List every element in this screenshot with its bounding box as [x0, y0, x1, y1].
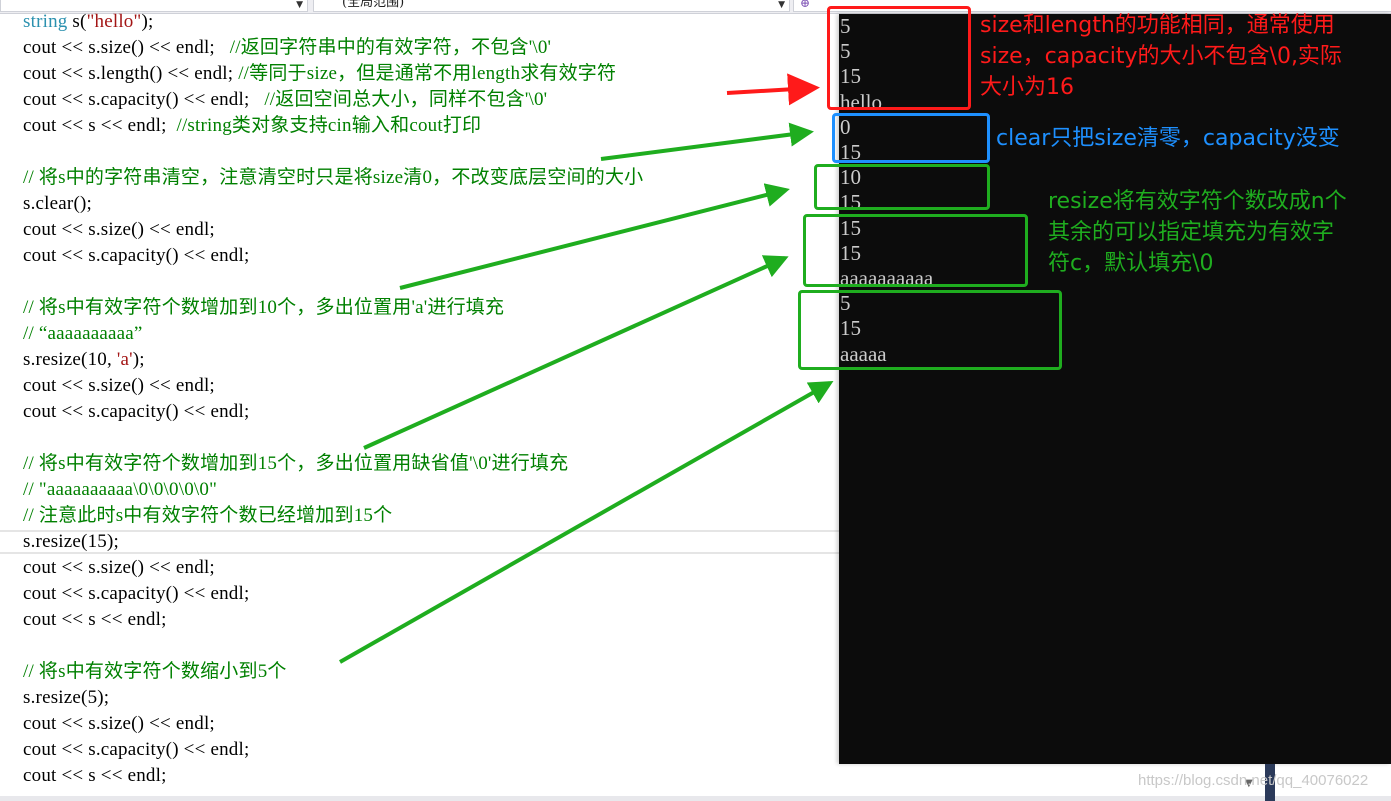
- code-token: );: [132, 349, 145, 370]
- code-line[interactable]: // 将s中有效字符个数缩小到5个: [23, 659, 287, 685]
- code-line[interactable]: s.resize(15);: [23, 529, 119, 555]
- code-token: cout << s.size() << endl;: [23, 37, 230, 58]
- code-comment: // “aaaaaaaaaa”: [23, 323, 143, 344]
- code-line[interactable]: cout << s.capacity() << endl;: [23, 737, 249, 763]
- code-token: cout << s.capacity() << endl;: [23, 89, 265, 110]
- annotation-note-clear: clear只把size清零，capacity没变: [996, 126, 1340, 151]
- code-token: cout << s.size() << endl;: [23, 713, 215, 734]
- scope-dropdown[interactable]: (全局范围) ▼: [313, 0, 790, 12]
- code-token: cout << s << endl;: [23, 765, 167, 786]
- code-line[interactable]: cout << s.capacity() << endl;: [23, 399, 249, 425]
- code-line[interactable]: s.clear();: [23, 191, 92, 217]
- code-line[interactable]: cout << s << endl; //string类对象支持cin输入和co…: [23, 113, 481, 139]
- code-token: cout << s.size() << endl;: [23, 219, 215, 240]
- code-token: cout << s.size() << endl;: [23, 557, 215, 578]
- code-token: cout << s.size() << endl;: [23, 375, 215, 396]
- scope-dropdown-value: (全局范围): [342, 0, 405, 10]
- chevron-down-icon: ▼: [778, 0, 785, 10]
- annotation-box-green-3: [798, 290, 1062, 370]
- code-comment: // 注意此时s中有效字符个数已经增加到15个: [23, 505, 393, 526]
- code-comment: // 将s中有效字符个数缩小到5个: [23, 661, 287, 682]
- code-comment: //等同于size，但是通常不用length求有效字符: [238, 63, 617, 84]
- annotation-box-green-2: [803, 214, 1028, 287]
- code-token: s.resize(5);: [23, 687, 110, 708]
- code-comment: // 将s中有效字符个数增加到15个，多出位置用缺省值'\0'进行填充: [23, 453, 569, 474]
- code-token: cout << s.length() << endl;: [23, 63, 239, 84]
- current-line-highlight: [0, 530, 840, 554]
- code-line[interactable]: s.resize(5);: [23, 685, 109, 711]
- string-literal: "hello": [86, 11, 142, 32]
- code-token: s.resize(15);: [23, 531, 119, 552]
- code-token: s.clear();: [23, 193, 92, 214]
- code-line[interactable]: // 将s中有效字符个数增加到15个，多出位置用缺省值'\0'进行填充: [23, 451, 568, 477]
- code-comment: // "aaaaaaaaaa\0\0\0\0\0": [23, 479, 218, 500]
- code-line[interactable]: string s("hello");: [23, 9, 153, 35]
- code-token: cout << s.capacity() << endl;: [23, 245, 250, 266]
- code-token: s(: [67, 11, 87, 32]
- string-literal: 'a': [116, 349, 133, 370]
- code-token: cout << s.capacity() << endl;: [23, 583, 250, 604]
- chevron-down-icon: ▼: [296, 0, 303, 10]
- code-line[interactable]: cout << s << endl;: [23, 763, 167, 789]
- code-line[interactable]: s.resize(10, 'a');: [23, 347, 145, 373]
- code-line[interactable]: cout << s << endl;: [23, 607, 167, 633]
- code-line[interactable]: // "aaaaaaaaaa\0\0\0\0\0": [23, 477, 217, 503]
- code-token: cout << s.capacity() << endl;: [23, 401, 250, 422]
- annotation-box-red: [827, 6, 971, 110]
- annotation-box-green-1: [814, 164, 990, 210]
- code-token: cout << s << endl;: [23, 115, 177, 136]
- code-comment: //返回字符串中的有效字符，不包含'\0': [229, 37, 552, 58]
- code-line[interactable]: // “aaaaaaaaaa”: [23, 321, 143, 347]
- code-comment: // 将s中有效字符个数增加到10个，多出位置用'a'进行填充: [23, 297, 505, 318]
- code-line[interactable]: cout << s.capacity() << endl;: [23, 581, 249, 607]
- code-comment: //string类对象支持cin输入和cout打印: [176, 115, 482, 136]
- horizontal-scrollbar[interactable]: [0, 796, 1391, 801]
- code-line[interactable]: // 将s中有效字符个数增加到10个，多出位置用'a'进行填充: [23, 295, 504, 321]
- code-token: cout << s << endl;: [23, 609, 167, 630]
- code-line[interactable]: cout << s.capacity() << endl;: [23, 243, 249, 269]
- code-token: s.resize(10,: [23, 349, 117, 370]
- code-comment: // 将s中的字符串清空，注意清空时只是将size清0，不改变底层空间的大小: [23, 167, 644, 188]
- annotation-note-size-length: size和length的功能相同，通常使用 size，capacity的大小不包…: [980, 13, 1342, 100]
- code-token: cout << s.capacity() << endl;: [23, 739, 250, 760]
- code-line[interactable]: cout << s.size() << endl;: [23, 711, 215, 737]
- code-line[interactable]: cout << s.size() << endl;: [23, 217, 215, 243]
- type-keyword: string: [23, 11, 68, 32]
- code-line[interactable]: // 注意此时s中有效字符个数已经增加到15个: [23, 503, 392, 529]
- code-line[interactable]: cout << s.size() << endl;: [23, 555, 215, 581]
- annotation-note-resize: resize将有效字符个数改成n个 其余的可以指定填充为有效字 符c，默认填充\…: [1048, 189, 1347, 276]
- code-line[interactable]: // 将s中的字符串清空，注意清空时只是将size清0，不改变底层空间的大小: [23, 165, 643, 191]
- code-token: );: [141, 11, 154, 32]
- annotation-box-blue: [832, 113, 990, 163]
- code-line[interactable]: cout << s.capacity() << endl; //返回空间总大小，…: [23, 87, 547, 113]
- code-line[interactable]: cout << s.size() << endl;: [23, 373, 215, 399]
- class-icon: ⊕: [800, 0, 811, 10]
- code-comment: //返回空间总大小，同样不包含'\0': [264, 89, 548, 110]
- watermark: https://blog.csdn.net/qq_40076022: [1138, 772, 1369, 789]
- code-line[interactable]: cout << s.size() << endl; //返回字符串中的有效字符，…: [23, 35, 551, 61]
- code-line[interactable]: cout << s.length() << endl; //等同于size，但是…: [23, 61, 616, 87]
